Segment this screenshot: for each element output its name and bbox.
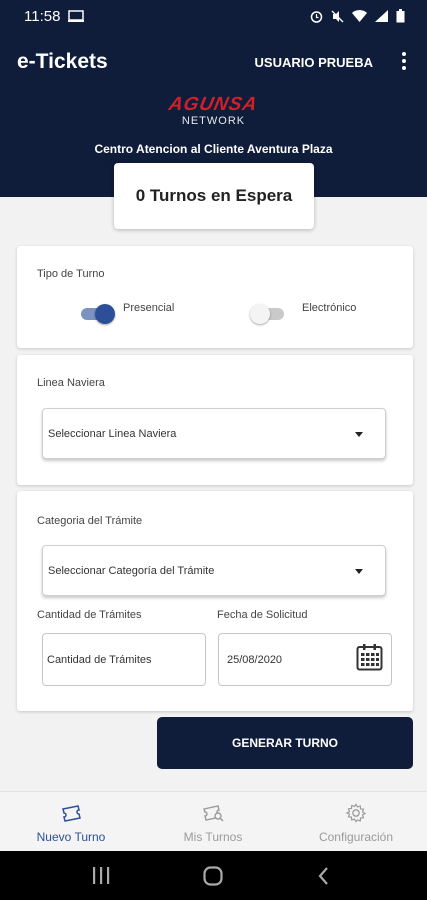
- battery-icon: [396, 9, 405, 23]
- categoria-select[interactable]: Seleccionar Categoría del Trámite: [42, 545, 386, 596]
- nav-item-nuevo-turno[interactable]: Nuevo Turno: [0, 792, 142, 852]
- alarm-icon: [310, 10, 323, 23]
- tipo-turno-card: Tipo de Turno Presencial Electrónico: [17, 246, 413, 348]
- ticket-icon: [62, 805, 81, 822]
- cantidad-placeholder: Cantidad de Trámites: [47, 653, 152, 666]
- queue-count-card: 0 Turnos en Espera: [114, 163, 314, 229]
- status-bar: 11:58: [0, 0, 427, 32]
- nav-item-configuracion[interactable]: Configuración: [285, 792, 427, 852]
- bottom-nav: Nuevo Turno Mis Turnos Configuración: [0, 791, 427, 851]
- fecha-input[interactable]: 25/08/2020: [218, 633, 392, 686]
- signal-icon: [375, 10, 388, 22]
- status-time: 11:58: [24, 7, 61, 25]
- more-vert-icon[interactable]: [395, 50, 413, 72]
- linea-naviera-card: Linea Naviera Seleccionar Linea Naviera: [17, 355, 413, 485]
- logo-brand: AGUNSA: [167, 94, 260, 115]
- categoria-card: Categoria del Trámite Seleccionar Catego…: [17, 491, 413, 711]
- nav-item-mis-turnos[interactable]: Mis Turnos: [142, 792, 284, 852]
- user-name[interactable]: USUARIO PRUEBA: [255, 55, 373, 70]
- linea-naviera-label: Linea Naviera: [37, 377, 105, 389]
- ticket-search-icon: [203, 805, 224, 822]
- chevron-down-icon: [355, 568, 363, 574]
- logo-network: NETWORK: [181, 115, 246, 127]
- screen-cast-icon: [68, 10, 85, 22]
- nav-label-configuracion: Configuración: [318, 830, 394, 844]
- electronico-label[interactable]: Electrónico: [302, 302, 356, 314]
- chevron-down-icon: [355, 431, 363, 437]
- calendar-icon[interactable]: [356, 643, 383, 671]
- recent-apps-icon[interactable]: [92, 867, 110, 884]
- fecha-value: 25/08/2020: [227, 653, 283, 666]
- linea-naviera-select[interactable]: Seleccionar Linea Naviera: [42, 408, 386, 459]
- categoria-label: Categoria del Trámite: [37, 515, 143, 527]
- linea-naviera-value: Seleccionar Linea Naviera: [48, 427, 177, 440]
- nav-label-mis-turnos: Mis Turnos: [183, 830, 243, 844]
- service-center-name: Centro Atencion al Cliente Aventura Plaz…: [94, 142, 333, 156]
- categoria-value: Seleccionar Categoría del Trámite: [48, 564, 215, 577]
- tipo-turno-label: Tipo de Turno: [37, 268, 105, 280]
- generar-turno-button[interactable]: GENERAR TURNO: [157, 717, 413, 769]
- cantidad-input[interactable]: Cantidad de Trámites: [42, 633, 206, 686]
- fecha-label: Fecha de Solicitud: [217, 609, 308, 621]
- agunsa-logo: AGUNSA NETWORK: [0, 94, 427, 127]
- presencial-label[interactable]: Presencial: [123, 302, 174, 314]
- electronico-toggle[interactable]: [250, 303, 286, 324]
- app-title: e-Tickets: [17, 50, 108, 73]
- wifi-icon: [352, 10, 367, 22]
- gear-icon: [345, 803, 367, 823]
- nav-label-nuevo-turno: Nuevo Turno: [36, 830, 106, 844]
- home-icon[interactable]: [203, 866, 223, 886]
- presencial-toggle[interactable]: [79, 303, 115, 324]
- mute-icon: [331, 10, 344, 22]
- back-icon[interactable]: [318, 867, 329, 885]
- system-nav-bar: [0, 851, 427, 900]
- cantidad-label: Cantidad de Trámites: [37, 609, 142, 621]
